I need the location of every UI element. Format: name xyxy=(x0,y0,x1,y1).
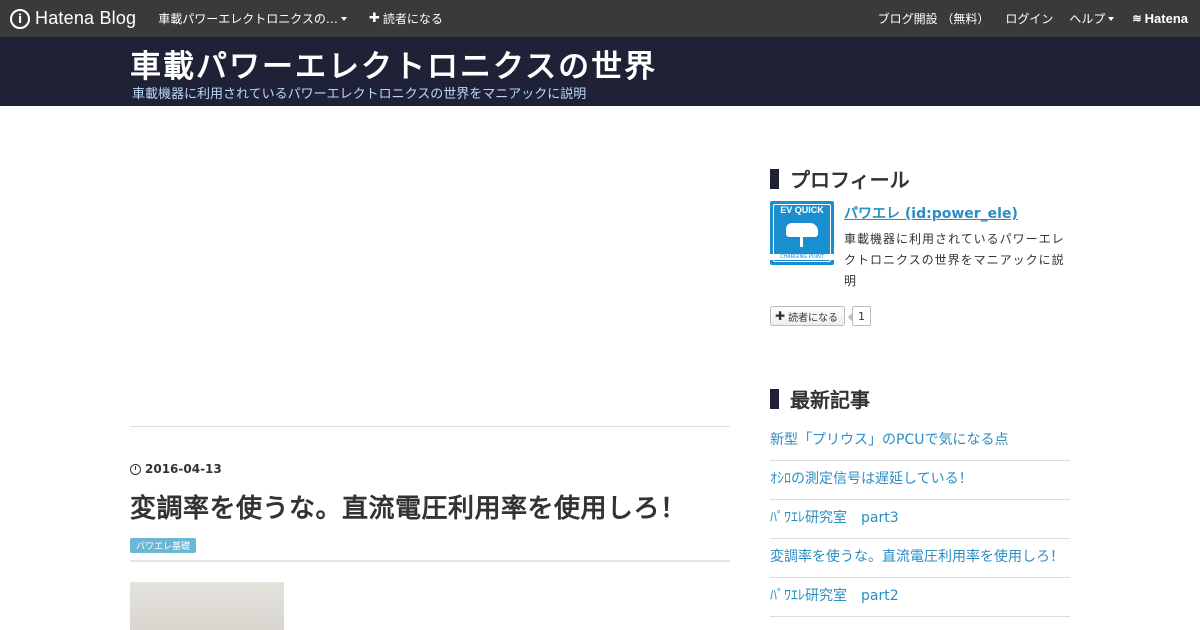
hatena-label: Hatena xyxy=(1144,11,1188,26)
recent-entry-link[interactable]: 新型「プリウス」のPCUで気になる点 xyxy=(770,422,1070,461)
entry-date-label: 2016-04-13 xyxy=(145,462,222,476)
blog-title[interactable]: 車載パワーエレクトロニクスの世界 xyxy=(130,41,657,86)
plus-icon: ✚ xyxy=(775,309,786,323)
profile-heading: プロフィール xyxy=(770,164,910,193)
ad-divider xyxy=(130,426,730,427)
heading-bar xyxy=(770,168,779,189)
hatena-wave-icon: ≋ xyxy=(1132,13,1142,25)
subscribe-link[interactable]: ✚ 読者になる xyxy=(369,10,443,27)
hatena-link[interactable]: ≋ Hatena xyxy=(1132,11,1188,26)
avatar-text: EV QUICK xyxy=(780,205,824,215)
subscribe-button[interactable]: ✚ 読者になる xyxy=(770,306,846,326)
recent-entry-link[interactable]: 変調率を使うな。直流電圧利用率を使用しろ！ xyxy=(770,539,1070,578)
login-link[interactable]: ログイン xyxy=(1005,10,1053,27)
hatena-blog-logo[interactable]: i Hatena Blog xyxy=(10,0,136,37)
create-blog-link[interactable]: ブログ開設 （無料） xyxy=(878,10,990,27)
avatar-subtext: CHARGING POINT xyxy=(770,254,834,260)
blog-header: 車載パワーエレクトロニクスの世界 車載機器に利用されているパワーエレクトロニクス… xyxy=(0,37,1200,106)
subscribe-label: 読者になる xyxy=(382,12,443,26)
blog-menu-dropdown[interactable]: 車載パワーエレクトロニクスの… xyxy=(158,10,347,27)
car-icon xyxy=(786,223,818,237)
entry-title[interactable]: 変調率を使うな。直流電圧利用率を使用しろ！ xyxy=(130,488,687,525)
subscribe-button-label: 読者になる xyxy=(788,312,839,324)
recent-entries-list: 新型「プリウス」のPCUで気になる点 ｵｼﾛの測定信号は遅延している！ ﾊﾟﾜｴ… xyxy=(770,422,1070,617)
clock-icon xyxy=(130,463,141,475)
plus-icon: ✚ xyxy=(368,11,380,26)
recent-heading-label: 最新記事 xyxy=(790,388,870,412)
profile-avatar[interactable]: EV QUICK CHARGING POINT xyxy=(770,201,834,265)
entry-divider xyxy=(130,560,730,562)
entry-image xyxy=(130,582,284,630)
global-header-right: ブログ開設 （無料） ログイン ヘルプ ≋ Hatena xyxy=(862,10,1188,27)
hatena-logo-icon: i xyxy=(10,8,30,29)
caret-down-icon xyxy=(1108,16,1115,21)
caret-down-icon xyxy=(340,16,347,21)
subscriber-count: 1 xyxy=(848,306,871,326)
entry-category-badge[interactable]: パワエレ基礎 xyxy=(130,538,197,553)
entry-date[interactable]: 2016-04-13 xyxy=(130,462,222,476)
global-header: i Hatena Blog 車載パワーエレクトロニクスの… ✚ 読者になる ブロ… xyxy=(0,0,1200,37)
help-dropdown[interactable]: ヘルプ xyxy=(1069,10,1115,27)
recent-heading: 最新記事 xyxy=(770,384,870,413)
heading-bar xyxy=(770,388,779,409)
help-label: ヘルプ xyxy=(1069,12,1106,26)
recent-entry-link[interactable]: ｵｼﾛの測定信号は遅延している！ xyxy=(770,461,1070,500)
plug-icon xyxy=(800,237,803,247)
profile-description: 車載機器に利用されているパワーエレクトロニクスの世界をマニアックに説明 xyxy=(844,232,1065,288)
profile-name-link[interactable]: パワエレ (id:power_ele) xyxy=(844,203,1018,223)
profile-heading-label: プロフィール xyxy=(790,168,910,192)
recent-entry-link[interactable]: ﾊﾟﾜｴﾚ研究室 part2 xyxy=(770,578,1070,617)
recent-entry-link[interactable]: ﾊﾟﾜｴﾚ研究室 part3 xyxy=(770,500,1070,539)
logo-text: Hatena Blog xyxy=(35,8,137,28)
blog-description: 車載機器に利用されているパワーエレクトロニクスの世界をマニアックに説明 xyxy=(132,87,587,102)
blog-menu-label: 車載パワーエレクトロニクスの… xyxy=(158,12,338,26)
